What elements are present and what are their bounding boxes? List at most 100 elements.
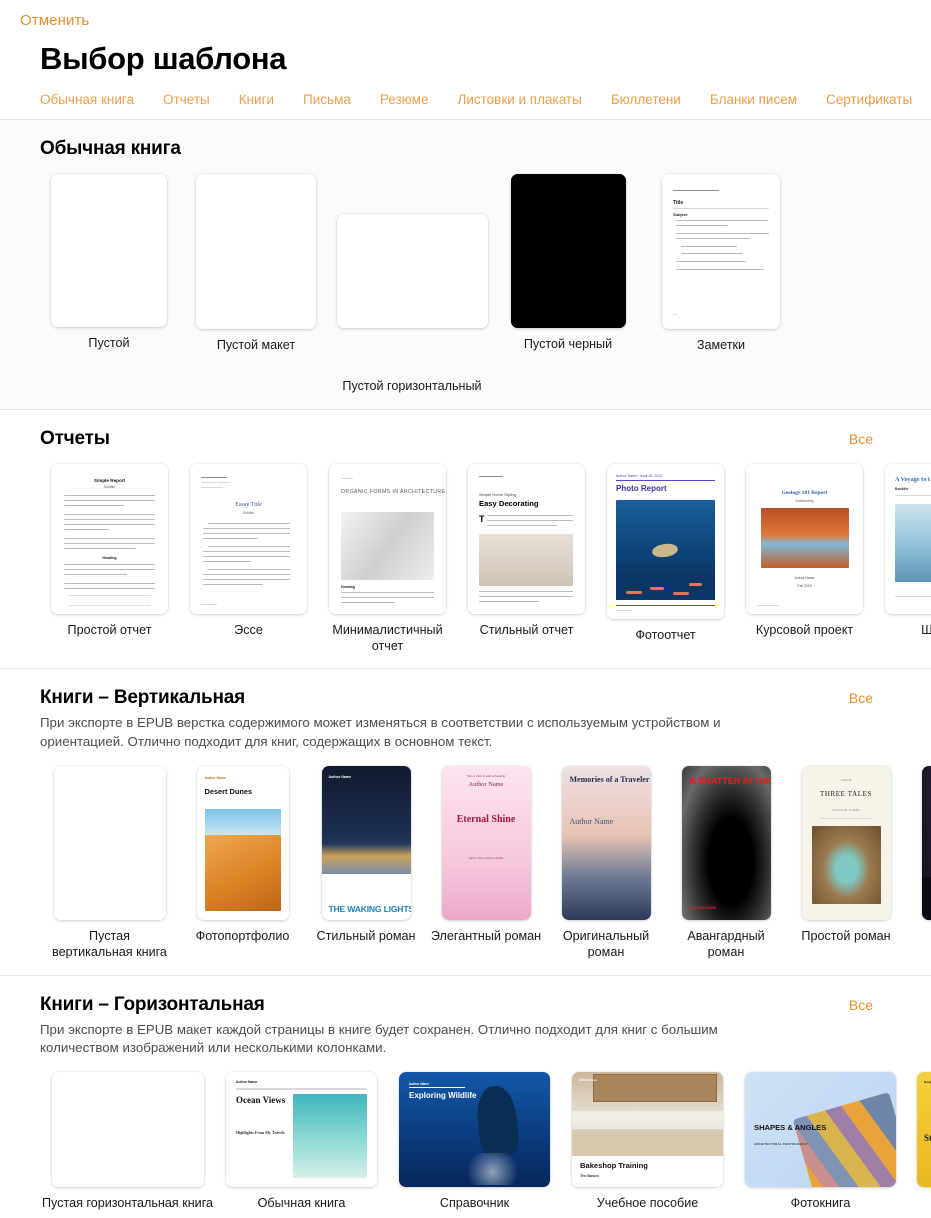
- template-thumbnail[interactable]: [51, 1072, 204, 1188]
- tab-resume[interactable]: Резюме: [380, 92, 429, 107]
- template-caption: Фотокнига: [790, 1196, 851, 1211]
- section-books-horizontal: Книги – Горизонтальная Все При экспорте …: [0, 974, 931, 1218]
- template-row-books-vertical[interactable]: Пустая вертикальная книга Author Name De…: [0, 752, 931, 960]
- template-card-study-guide[interactable]: Bakeshop Training The Basics 2024 Editio…: [561, 1072, 734, 1212]
- template-thumbnail[interactable]: ORGANIC FORMS IN ARCHITECTURE Heading: [329, 463, 446, 614]
- cover-subtitle: Simple Home Styling: [479, 491, 517, 497]
- cover-title: SHAPES & ANGLES: [754, 1123, 827, 1133]
- tab-letterheads[interactable]: Бланки писем: [710, 92, 797, 107]
- template-card-course-project[interactable]: Geology 101 Report Subheading Author Nam…: [735, 463, 874, 639]
- cover-title: Stu Ra: [924, 1133, 931, 1144]
- tab-flyers-posters[interactable]: Листовки и плакаты: [457, 92, 581, 107]
- cover-subtitle: Author Name · April 16, 2020: [616, 473, 663, 478]
- template-thumbnail[interactable]: Author Name · April 16, 2020 Photo Repor…: [607, 463, 724, 619]
- template-thumbnail[interactable]: SHAPES & ANGLES ARCHITECTURAL PHOTOGRAPH…: [745, 1072, 896, 1188]
- template-thumbnail[interactable]: A SHATTER IN THE DARK AUTHOR NAME: [681, 766, 771, 921]
- cover-subtitle: Author Name: [204, 776, 226, 781]
- template-card-modern-novel[interactable]: Совр: [906, 766, 931, 945]
- tab-plain-book[interactable]: Обычная книга: [40, 92, 134, 107]
- template-caption: Простой роман: [801, 929, 891, 944]
- template-thumbnail[interactable]: Tap or click to add a heading Author Nam…: [441, 766, 531, 921]
- template-thumbnail[interactable]: [921, 766, 931, 921]
- tab-books[interactable]: Книги: [239, 92, 274, 107]
- template-thumbnail[interactable]: Simple Report Subtitle Heading: [51, 463, 168, 614]
- see-all-books-horizontal-link[interactable]: Все: [849, 997, 915, 1013]
- top-bar: Отменить: [0, 0, 931, 40]
- section-title: Книги – Вертикальная: [40, 687, 246, 709]
- template-card-blank[interactable]: Пустой: [40, 174, 178, 352]
- template-thumbnail[interactable]: Author Name THE WAKING LIGHTS: [321, 766, 411, 921]
- template-row-reports[interactable]: Simple Report Subtitle Heading Простой о…: [0, 450, 931, 654]
- template-card-original-novel[interactable]: Memories of a Traveler Author Name Ориги…: [546, 766, 666, 960]
- template-card-photo-report[interactable]: Author Name · April 16, 2020 Photo Repor…: [596, 463, 735, 644]
- template-thumbnail[interactable]: [510, 174, 626, 329]
- template-thumbnail[interactable]: [336, 214, 488, 329]
- template-card-recipe-book[interactable]: Recipes Soup by Au Stu Ra: [907, 1072, 931, 1196]
- tab-reports[interactable]: Отчеты: [163, 92, 210, 107]
- template-caption: Учебное пособие: [596, 1196, 699, 1211]
- template-thumbnail[interactable]: Recipes Soup by Au Stu Ra: [917, 1072, 931, 1188]
- template-row-books-horizontal[interactable]: Пустая горизонтальная книга Author Name …: [0, 1058, 931, 1212]
- template-thumbnail[interactable]: [53, 766, 166, 921]
- tab-newsletters[interactable]: Бюллетени: [611, 92, 681, 107]
- template-card-photobook[interactable]: SHAPES & ANGLES ARCHITECTURAL PHOTOGRAPH…: [734, 1072, 907, 1212]
- cover-subtitle: Subtitle: [103, 484, 116, 489]
- template-card-blank-black[interactable]: Пустой черный: [490, 174, 646, 353]
- cover-title: Easy Decorating: [479, 498, 539, 508]
- template-card-notes[interactable]: Title Subject Заметки: [646, 174, 796, 354]
- cover-title: Essay Title: [235, 501, 262, 508]
- cover-title: THREE TALES: [820, 790, 872, 799]
- see-all-books-vertical-link[interactable]: Все: [849, 690, 915, 706]
- template-card-simple-report[interactable]: Simple Report Subtitle Heading Простой о…: [40, 463, 179, 639]
- cover-title: Desert Dunes: [204, 787, 253, 797]
- cover-title: A Voyage to t: [895, 475, 930, 483]
- template-caption: Пустой черный: [523, 337, 613, 352]
- cover-subtitle: AUTHOR NAME: [689, 905, 717, 910]
- template-caption: Простой отчет: [67, 622, 152, 637]
- template-thumbnail[interactable]: Author Name Exploring Wildlife: [399, 1072, 550, 1188]
- template-thumbnail[interactable]: Memories of a Traveler Author Name: [561, 766, 651, 921]
- tab-letters[interactable]: Письма: [303, 92, 351, 107]
- template-thumbnail[interactable]: Simple Home Styling Easy Decorating T: [468, 463, 585, 614]
- template-thumbnail[interactable]: Title Subject: [662, 174, 780, 330]
- template-thumbnail[interactable]: A Novel THREE TALES AUTHOR NAME: [801, 766, 891, 921]
- template-thumbnail[interactable]: Geology 101 Report Subheading Author Nam…: [746, 463, 863, 614]
- template-card-handbook[interactable]: Author Name Exploring Wildlife Справочни…: [388, 1072, 561, 1212]
- template-card-elegant-novel[interactable]: Tap or click to add a heading Author Nam…: [426, 766, 546, 945]
- cover-subtitle: Booklife: [895, 486, 909, 491]
- template-thumbnail[interactable]: Bakeshop Training The Basics 2024 Editio…: [572, 1072, 723, 1188]
- template-thumbnail[interactable]: Author Name Desert Dunes: [196, 766, 289, 921]
- tab-certificates[interactable]: Сертификаты: [826, 92, 912, 107]
- template-row-plain-book[interactable]: Пустой Пустой макет Пустой горизонтальны…: [0, 160, 931, 395]
- category-tab-bar[interactable]: Обычная книга Отчеты Книги Письма Резюме…: [0, 76, 931, 121]
- template-thumbnail[interactable]: A Voyage to t Booklife: [885, 463, 931, 614]
- template-card-blank-horizontal-book[interactable]: Пустая горизонтальная книга: [40, 1072, 215, 1212]
- section-title: Обычная книга: [40, 138, 181, 160]
- template-card-essay[interactable]: Essay Title Subtitle Эссе: [179, 463, 318, 639]
- cover-subtitle: Recipes Soup by Au: [924, 1080, 931, 1085]
- cover-title: Photo Report: [616, 483, 667, 493]
- template-thumbnail[interactable]: [196, 174, 316, 330]
- template-card-school-report[interactable]: A Voyage to t Booklife Школьн: [874, 463, 931, 639]
- see-all-reports-link[interactable]: Все: [849, 431, 915, 447]
- template-caption: Обычная книга: [257, 1196, 346, 1211]
- template-card-minimal-report[interactable]: ORGANIC FORMS IN ARCHITECTURE Heading Ми…: [318, 463, 457, 654]
- template-card-simple-novel[interactable]: A Novel THREE TALES AUTHOR NAME Простой …: [786, 766, 906, 945]
- cover-title: Memories of a Traveler: [569, 775, 650, 785]
- cover-subtitle: Author Name: [328, 775, 352, 780]
- template-card-blank-layout[interactable]: Пустой макет: [178, 174, 334, 354]
- template-thumbnail[interactable]: Essay Title Subtitle: [190, 463, 307, 614]
- template-card-blank-vertical-book[interactable]: Пустая вертикальная книга: [40, 766, 179, 960]
- template-thumbnail[interactable]: [51, 174, 167, 328]
- template-caption: Элегантный роман: [430, 929, 542, 944]
- template-card-stylish-report[interactable]: Simple Home Styling Easy Decorating T Ст…: [457, 463, 596, 639]
- cover-subtitle: Subtitle: [243, 510, 254, 515]
- template-card-blank-landscape[interactable]: Пустой горизонтальный: [334, 174, 490, 395]
- cancel-button[interactable]: Отменить: [20, 12, 89, 29]
- template-card-avantgarde-novel[interactable]: A SHATTER IN THE DARK AUTHOR NAME Аванга…: [666, 766, 786, 960]
- template-thumbnail[interactable]: Author Name Ocean Views Highlights From …: [226, 1072, 377, 1188]
- template-caption: Стильный отчет: [479, 622, 574, 637]
- template-card-stylish-novel[interactable]: Author Name THE WAKING LIGHTS Стильный р…: [306, 766, 426, 945]
- template-card-standard-book[interactable]: Author Name Ocean Views Highlights From …: [215, 1072, 388, 1212]
- template-card-photo-portfolio[interactable]: Author Name Desert Dunes Фотопортфолио: [179, 766, 306, 945]
